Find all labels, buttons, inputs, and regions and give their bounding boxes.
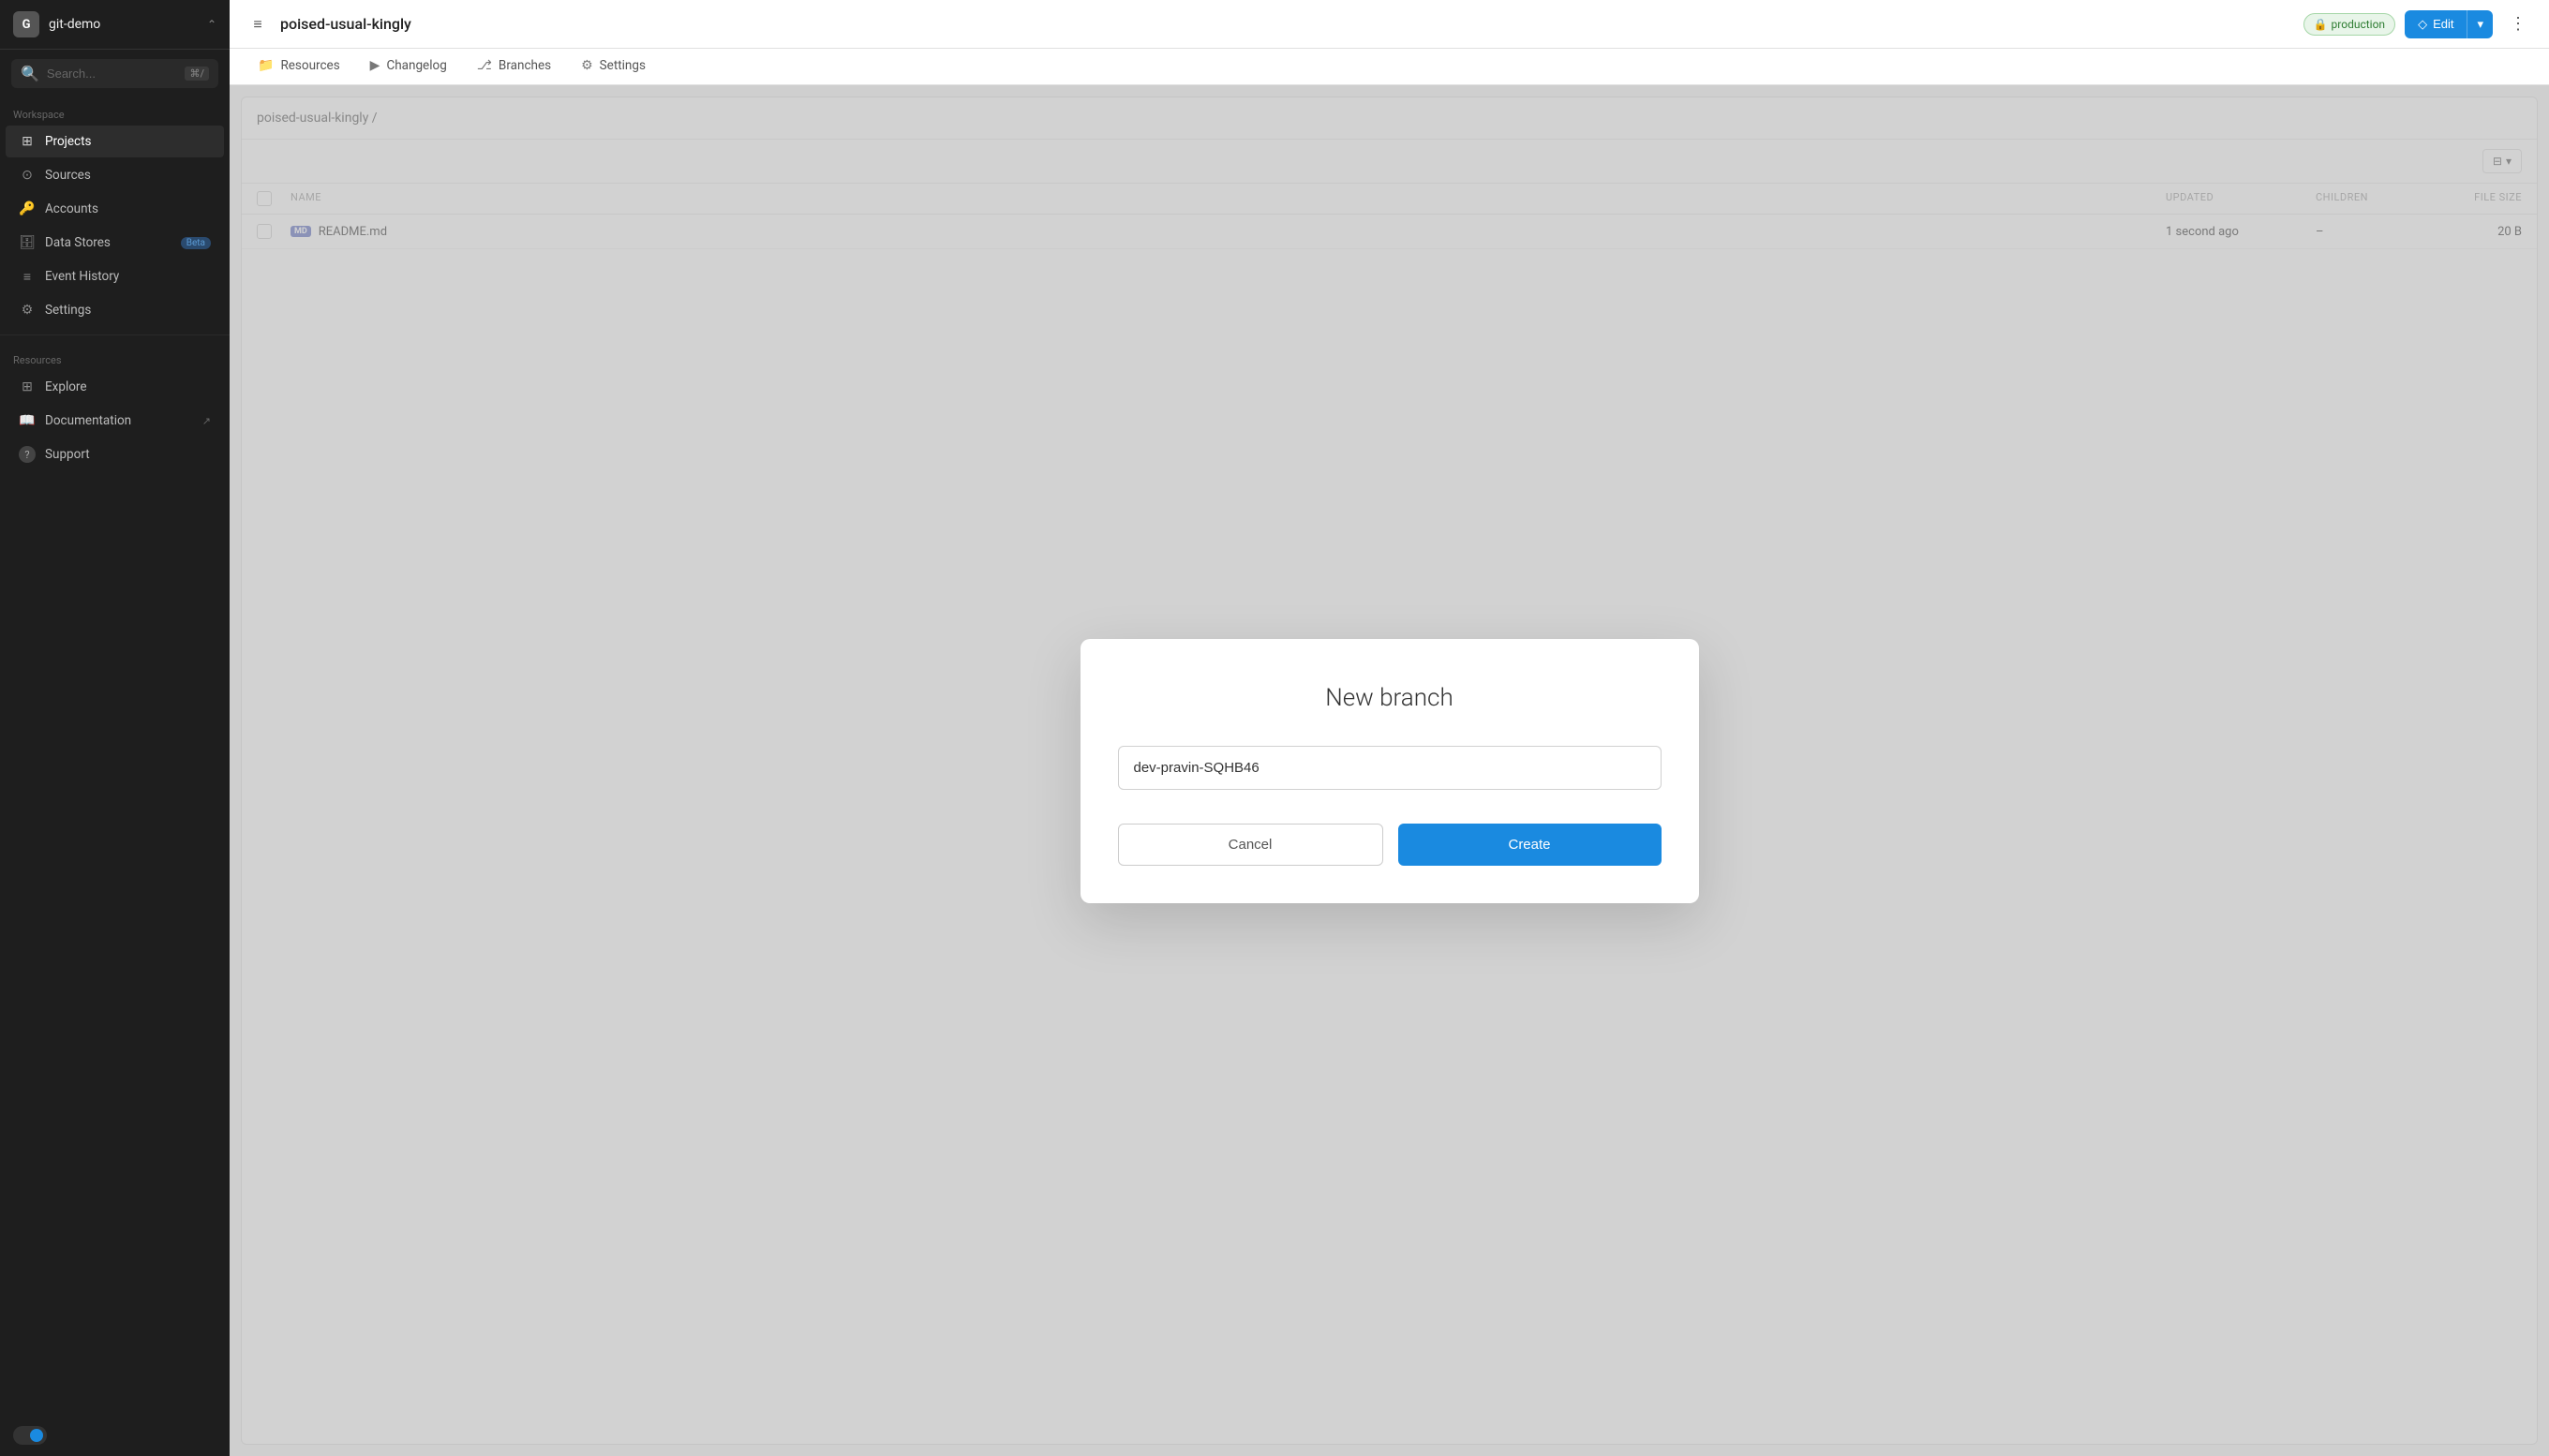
sidebar-item-label: Projects [45,134,92,149]
main-content: ≡ poised-usual-kingly 🔒 production ◇ Edi… [230,0,2549,1456]
sidebar-item-label: Event History [45,269,119,284]
workspace-section-label: Workspace [0,97,230,125]
sidebar-item-label: Settings [45,303,91,318]
sidebar-item-label: Accounts [45,201,98,216]
app-logo: G [13,11,39,37]
search-input[interactable] [47,67,178,81]
lock-icon: 🔒 [2314,18,2328,31]
sidebar-item-label: Explore [45,379,87,394]
accounts-icon: 🔑 [19,201,36,217]
subnav-item-changelog[interactable]: ▶ Changelog [357,49,460,84]
edit-dropdown-button[interactable]: ▾ [2467,10,2493,38]
subnav: 📁 Resources ▶ Changelog ⎇ Branches ⚙ Set… [230,49,2549,85]
edit-button[interactable]: ◇ Edit [2405,10,2467,38]
modal-actions: Cancel Create [1118,824,1662,866]
projects-icon: ⊞ [19,133,36,150]
sidebar-header[interactable]: G git-demo ⌃ [0,0,230,50]
sidebar-item-label: Sources [45,168,91,183]
cancel-button[interactable]: Cancel [1118,824,1383,866]
search-icon: 🔍 [21,65,39,82]
sidebar-item-label: Documentation [45,413,131,428]
sidebar-item-label: Data Stores [45,235,111,250]
branch-name-input[interactable] [1118,746,1662,790]
theme-toggle[interactable] [13,1426,47,1445]
search-bar[interactable]: 🔍 ⌘/ [11,59,218,88]
sidebar-divider [0,334,230,335]
changelog-nav-icon: ▶ [370,58,380,73]
sidebar-item-settings[interactable]: ⚙ Settings [6,294,224,326]
sidebar-item-projects[interactable]: ⊞ Projects [6,126,224,157]
more-options-button[interactable]: ⋮ [2502,10,2534,37]
subnav-item-branches[interactable]: ⎇ Branches [464,49,564,84]
sidebar-item-data-stores[interactable]: 🗄 Data Stores Beta [6,227,224,259]
settings-nav-icon: ⚙ [581,58,593,73]
edit-icon: ◇ [2418,17,2427,32]
chevron-icon: ⌃ [207,18,216,31]
data-stores-icon: 🗄 [19,234,36,251]
project-name: git-demo [49,17,198,32]
create-button[interactable]: Create [1398,824,1662,866]
branches-nav-icon: ⎇ [477,58,492,73]
sidebar-item-explore[interactable]: ⊞ Explore [6,371,224,403]
resources-nav-icon: 📁 [258,58,274,73]
event-history-icon: ≡ [19,268,36,285]
modal-title: New branch [1118,684,1662,712]
topbar: ≡ poised-usual-kingly 🔒 production ◇ Edi… [230,0,2549,49]
edit-button-group: ◇ Edit ▾ [2405,10,2493,38]
subnav-item-resources[interactable]: 📁 Resources [245,49,353,84]
subnav-item-settings[interactable]: ⚙ Settings [568,49,659,84]
search-shortcut: ⌘/ [185,67,209,81]
resources-section-label: Resources [0,343,230,370]
settings-icon: ⚙ [19,302,36,319]
sidebar-bottom [0,1415,230,1456]
production-badge: 🔒 production [2303,13,2395,36]
topbar-title: poised-usual-kingly [280,15,2294,33]
new-branch-modal: New branch Cancel Create [1081,639,1699,903]
documentation-icon: 📖 [19,412,36,429]
sidebar-item-label: Support [45,447,90,462]
beta-badge: Beta [181,237,211,249]
sidebar: G git-demo ⌃ 🔍 ⌘/ Workspace ⊞ Projects ⊙… [0,0,230,1456]
support-icon: ? [19,446,36,463]
sidebar-item-sources[interactable]: ⊙ Sources [6,159,224,191]
content-area: poised-usual-kingly / ⊟ ▾ NAME UPDATED C… [230,85,2549,1456]
explore-icon: ⊞ [19,379,36,395]
sidebar-item-documentation[interactable]: 📖 Documentation ↗ [6,405,224,437]
sidebar-item-event-history[interactable]: ≡ Event History [6,260,224,292]
external-link-icon: ↗ [202,415,211,427]
modal-overlay: New branch Cancel Create [230,85,2549,1456]
topbar-icon: ≡ [245,11,271,37]
sidebar-item-accounts[interactable]: 🔑 Accounts [6,193,224,225]
sidebar-item-support[interactable]: ? Support [6,438,224,470]
sources-icon: ⊙ [19,167,36,184]
